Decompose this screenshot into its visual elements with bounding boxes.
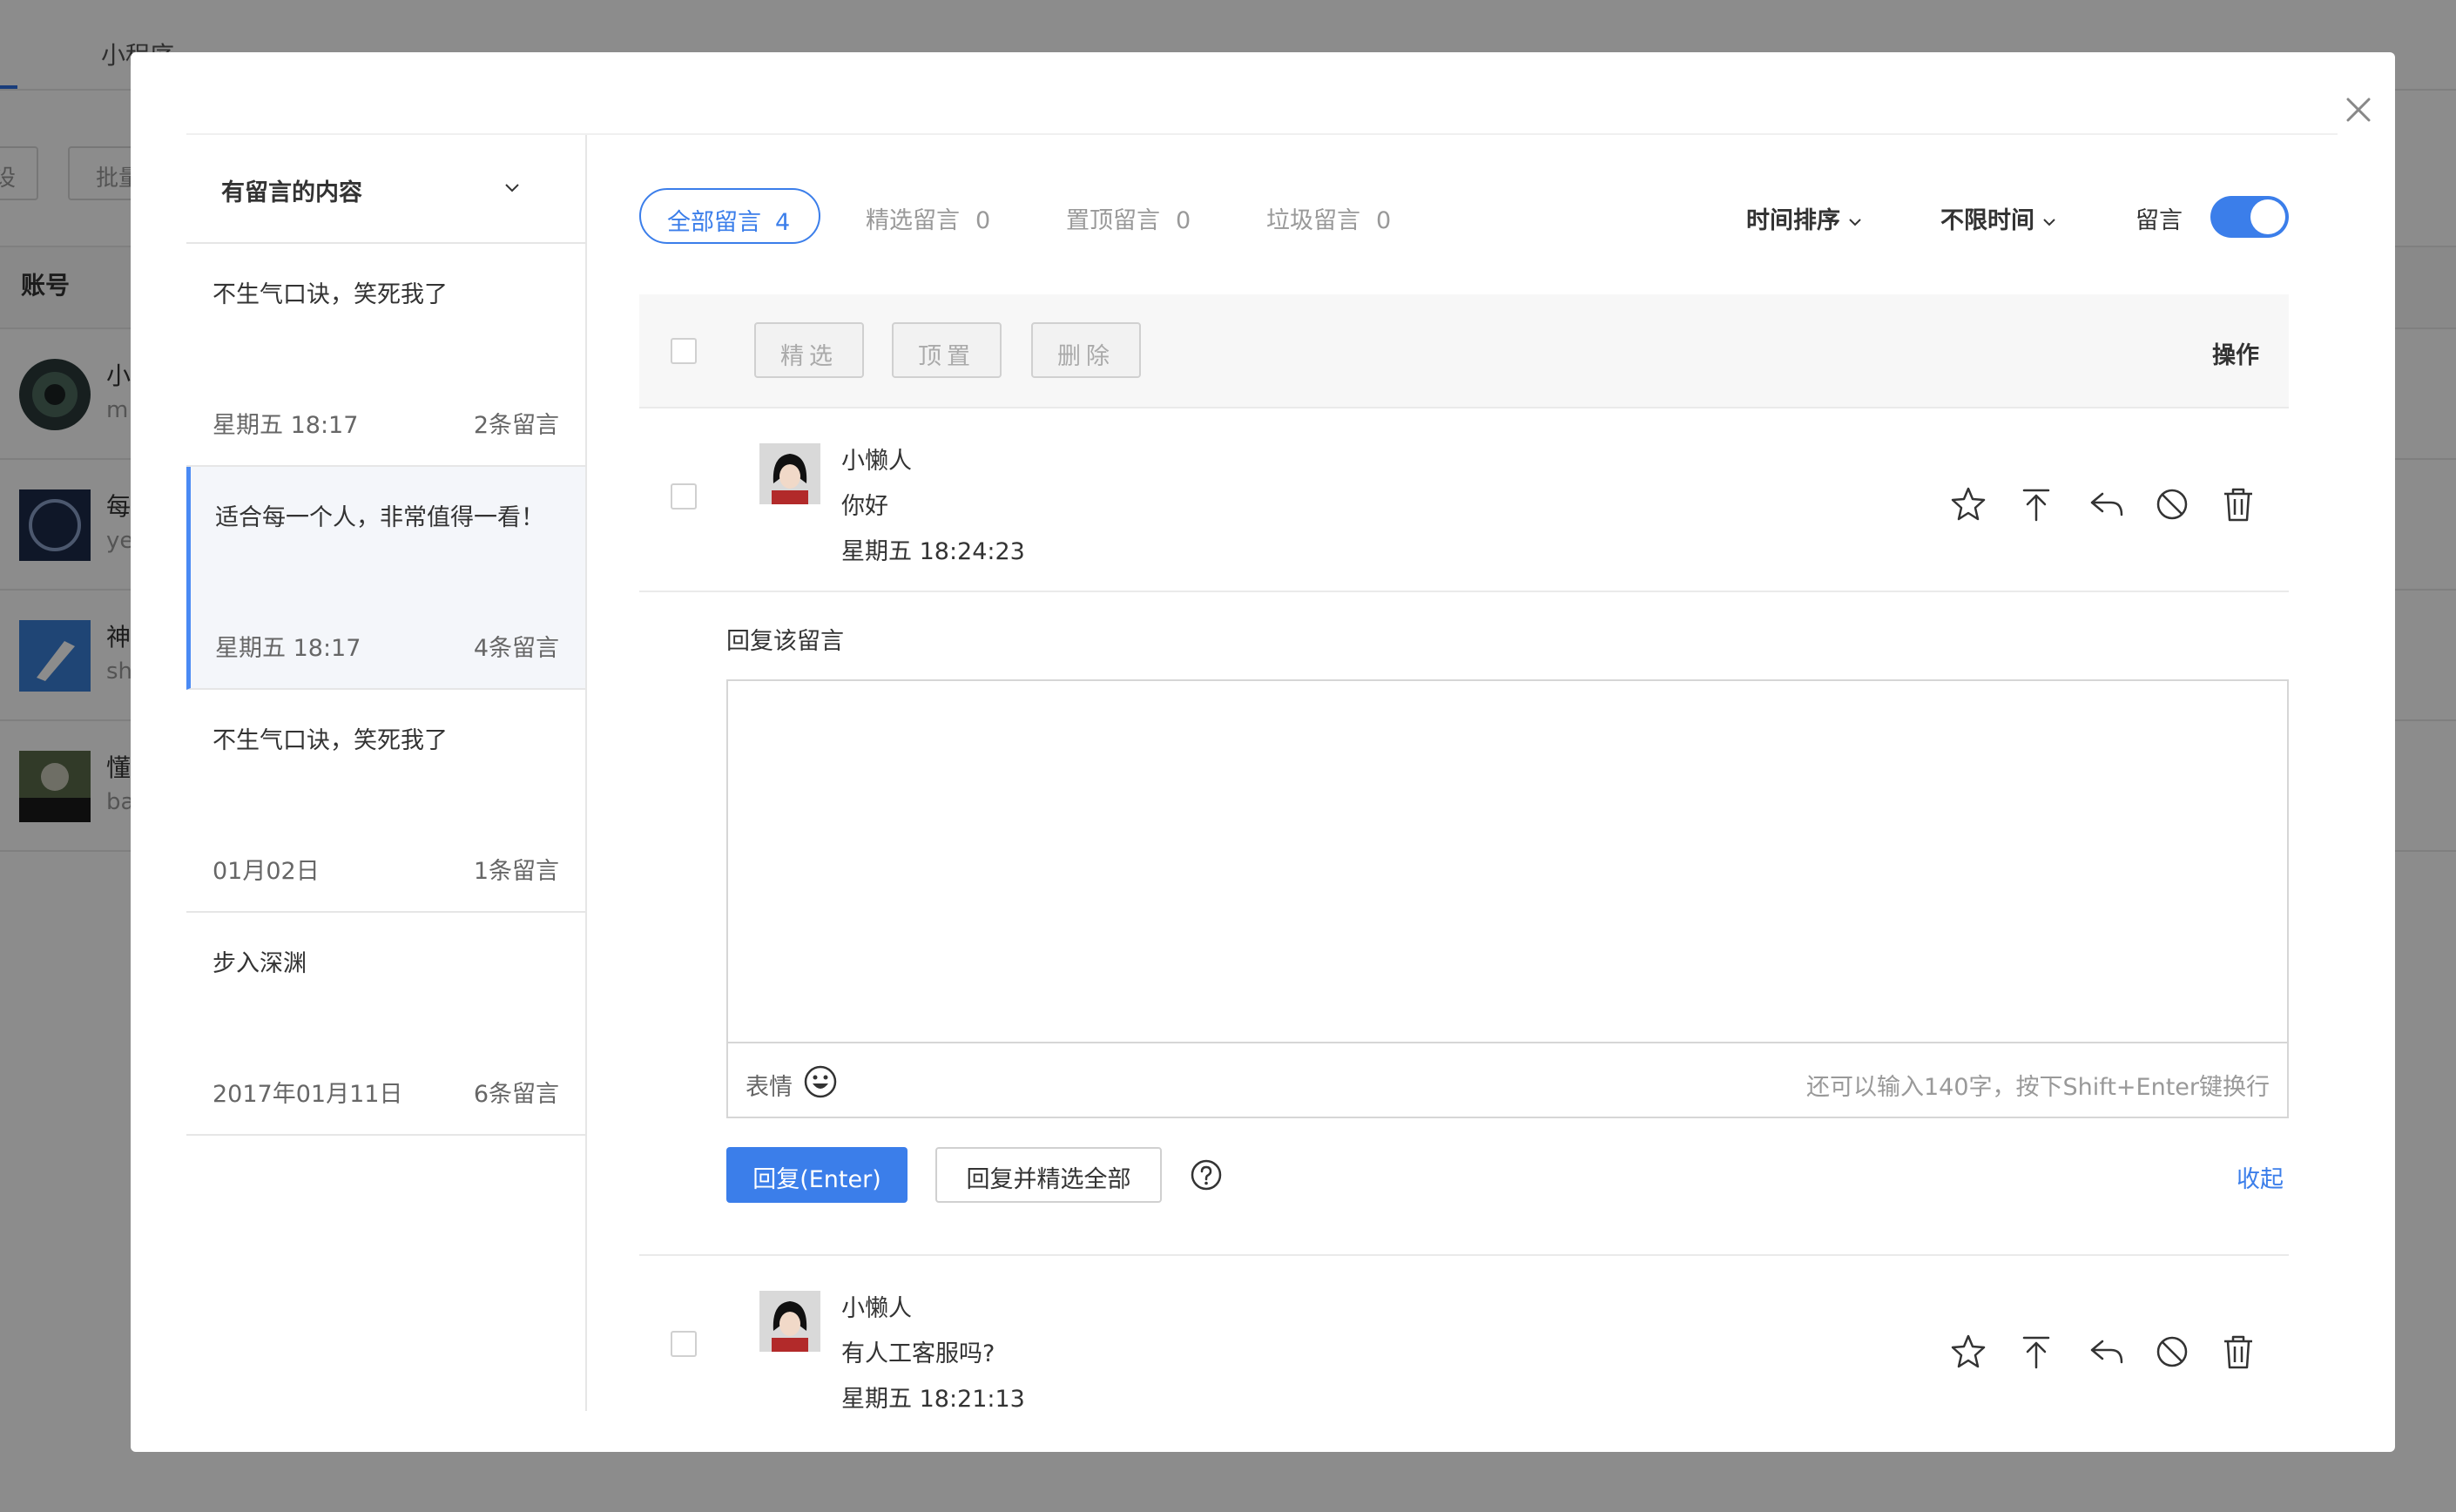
comment-text: 有人工客服吗? [841, 1334, 995, 1368]
avatar [759, 1291, 820, 1352]
select-all-checkbox[interactable] [671, 338, 697, 364]
comment-actions [1947, 483, 2278, 525]
article-item[interactable]: 不生气口诀，笑死我了 星期五 18:17 2条留言 [186, 244, 585, 467]
article-comment-count: 4条留言 [474, 629, 559, 663]
reply-char-hint: 还可以输入140字，按下Shift+Enter键换行 [1806, 1068, 2270, 1102]
article-filter-label: 有留言的内容 [221, 173, 362, 207]
avatar [759, 443, 820, 504]
tab-all-comments[interactable]: 全部留言 4 [639, 188, 820, 244]
trash-icon[interactable] [2217, 483, 2259, 525]
article-date: 星期五 18:17 [213, 406, 358, 440]
comment-item: 小懒人 有人工客服吗? 星期五 18:21:13 [639, 1256, 2289, 1430]
tab-count: 4 [775, 209, 790, 236]
operations-column-label: 操作 [2212, 336, 2259, 370]
comment-text: 你好 [841, 487, 888, 521]
reply-textarea[interactable] [728, 681, 2287, 1042]
pin-top-icon[interactable] [2015, 483, 2057, 525]
tab-featured-comments[interactable]: 精选留言 0 [866, 201, 990, 235]
tab-count: 0 [1376, 207, 1391, 234]
comment-author: 小懒人 [841, 1289, 912, 1323]
comment-actions [1947, 1331, 2278, 1373]
tab-count: 0 [1176, 207, 1191, 234]
article-date: 01月02日 [213, 852, 320, 886]
article-comment-count: 1条留言 [474, 852, 559, 886]
help-icon[interactable] [1190, 1158, 1223, 1191]
sort-select-label: 时间排序 [1746, 207, 1840, 234]
article-title: 步入深渊 [213, 944, 307, 978]
emoji-label: 表情 [746, 1068, 793, 1102]
article-date: 星期五 18:17 [215, 629, 361, 663]
star-icon[interactable] [1947, 483, 1989, 525]
comment-checkbox[interactable] [671, 1331, 697, 1357]
reply-icon[interactable] [2085, 483, 2127, 525]
comment-checkbox[interactable] [671, 483, 697, 510]
article-list-panel: 有留言的内容 不生气口诀，笑死我了 星期五 18:17 2条留言 适合每一个人，… [186, 135, 587, 1411]
article-item-selected[interactable]: 适合每一个人，非常值得一看！ 星期五 18:17 4条留言 [186, 467, 585, 690]
article-comment-count: 2条留言 [474, 406, 559, 440]
comments-toggle-label: 留言 [2136, 201, 2183, 235]
bulk-operations-bar: 精选 顶置 删除 操作 [639, 294, 2289, 408]
reply-editor: 表情 还可以输入140字，按下Shift+Enter键换行 [726, 679, 2289, 1118]
reply-label: 回复该留言 [726, 622, 844, 656]
article-date: 2017年01月11日 [213, 1075, 402, 1109]
article-comment-count: 6条留言 [474, 1075, 559, 1109]
collapse-reply-link[interactable]: 收起 [2237, 1160, 2284, 1194]
comment-author: 小懒人 [841, 442, 912, 476]
comments-toggle-switch[interactable] [2210, 196, 2289, 238]
star-icon[interactable] [1947, 1331, 1989, 1373]
article-item[interactable]: 不生气口诀，笑死我了 01月02日 1条留言 [186, 690, 585, 913]
article-title: 适合每一个人，非常值得一看！ [215, 498, 544, 532]
chevron-down-icon [2041, 216, 2057, 228]
bulk-delete-button[interactable]: 删除 [1031, 322, 1141, 378]
tab-label: 全部留言 [667, 209, 761, 236]
bulk-pin-button[interactable]: 顶置 [892, 322, 1002, 378]
tab-pinned-comments[interactable]: 置顶留言 0 [1066, 201, 1191, 235]
block-icon[interactable] [2151, 483, 2193, 525]
article-filter[interactable]: 有留言的内容 [186, 135, 585, 244]
tab-label: 垃圾留言 [1266, 207, 1360, 234]
tab-label: 精选留言 [866, 207, 960, 234]
comments-modal: 有留言的内容 不生气口诀，笑死我了 星期五 18:17 2条留言 适合每一个人，… [131, 52, 2395, 1452]
comment-time: 星期五 18:24:23 [841, 532, 1025, 566]
tab-spam-comments[interactable]: 垃圾留言 0 [1266, 201, 1391, 235]
toggle-knob [2250, 199, 2285, 234]
time-filter-label: 不限时间 [1940, 207, 2034, 234]
pin-top-icon[interactable] [2015, 1331, 2057, 1373]
bulk-feature-button[interactable]: 精选 [754, 322, 864, 378]
article-item[interactable]: 步入深渊 2017年01月11日 6条留言 [186, 913, 585, 1136]
divider [639, 591, 2289, 592]
trash-icon[interactable] [2217, 1331, 2259, 1373]
chevron-down-icon [1847, 216, 1863, 228]
chevron-down-icon [503, 182, 521, 194]
tab-count: 0 [975, 207, 990, 234]
comment-item: 小懒人 你好 星期五 18:24:23 [639, 408, 2289, 583]
reply-editor-footer: 表情 还可以输入140字，按下Shift+Enter键换行 [728, 1042, 2287, 1117]
tab-label: 置顶留言 [1066, 207, 1160, 234]
emoji-icon[interactable] [803, 1064, 838, 1099]
reply-icon[interactable] [2085, 1331, 2127, 1373]
reply-and-feature-button[interactable]: 回复并精选全部 [935, 1147, 1162, 1203]
sort-select[interactable]: 时间排序 [1746, 201, 1863, 235]
block-icon[interactable] [2151, 1331, 2193, 1373]
close-icon[interactable] [2334, 85, 2383, 134]
reply-button[interactable]: 回复(Enter) [726, 1147, 908, 1203]
comment-time: 星期五 18:21:13 [841, 1380, 1025, 1414]
article-title: 不生气口诀，笑死我了 [213, 275, 448, 309]
time-filter-select[interactable]: 不限时间 [1940, 201, 2057, 235]
article-title: 不生气口诀，笑死我了 [213, 721, 448, 755]
